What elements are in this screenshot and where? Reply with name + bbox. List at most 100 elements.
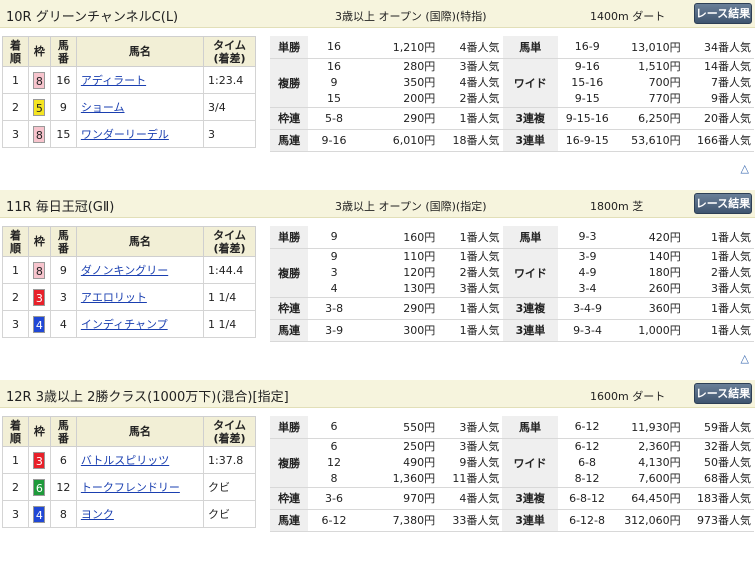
- horse-name-cell: ダノンキングリー: [75, 256, 205, 284]
- wide-payout-line: 260円: [648, 281, 681, 295]
- time-cell: クビ: [203, 473, 256, 501]
- name-header: 馬名: [75, 36, 205, 67]
- rank-header-label: 着順: [9, 38, 21, 65]
- rank-header-label: 着順: [9, 418, 21, 445]
- horse-name-link[interactable]: ショーム: [77, 101, 125, 114]
- page-top-icon[interactable]: △: [741, 162, 749, 175]
- sanrentan-number: 9-3-4: [558, 319, 617, 342]
- payout-row-tansho: 単勝 16 1,210円 4番人気 馬単 16-9 13,010円 34番人気: [270, 36, 754, 59]
- umaban-header: 馬番: [49, 36, 77, 67]
- time-cell: 1:44.4: [203, 256, 256, 284]
- umaren-payout: 300円: [360, 319, 439, 342]
- waku-cell: 5: [27, 93, 51, 121]
- time-header: タイム(着差): [203, 416, 256, 447]
- race-result-button[interactable]: レース結果: [694, 383, 752, 404]
- sanrentan-label: 3連単: [502, 319, 559, 342]
- fukusho-number-line: 4: [330, 281, 338, 295]
- rank-header: 着順: [2, 416, 29, 447]
- horse-name-link[interactable]: トークフレンドリー: [77, 481, 180, 494]
- result-row: 2 6 12 トークフレンドリー クビ: [2, 473, 256, 501]
- horse-name-link[interactable]: インディチャンプ: [77, 318, 168, 331]
- wakuren-number: 3-8: [308, 297, 361, 320]
- umaren-popularity: 33番人気: [438, 509, 503, 532]
- time-cell: 1 1/4: [203, 283, 256, 311]
- fukusho-number-line: 6: [330, 439, 338, 453]
- horse-name-link[interactable]: バトルスピリッツ: [77, 454, 169, 467]
- horse-name-link[interactable]: アエロリット: [77, 291, 147, 304]
- wide-popularity: 1番人気 2番人気 3番人気: [683, 248, 754, 298]
- name-header: 馬名: [75, 226, 205, 257]
- sanrenpuku-payout: 6,250円: [616, 107, 684, 130]
- sanrenpuku-payout: 64,450円: [616, 487, 684, 510]
- waku-cell: 3: [27, 446, 51, 474]
- rank-cell: 3: [2, 120, 29, 148]
- umatan-payout: 11,930円: [616, 416, 684, 439]
- horse-name-link[interactable]: ダノンキングリー: [77, 264, 168, 277]
- umaren-label: 馬連: [270, 319, 309, 342]
- payout-row-wakuren: 枠連 3-6 970円 4番人気 3連複 6-8-12 64,450円 183番人気: [270, 487, 754, 510]
- horse-name-link[interactable]: ワンダーリーデル: [77, 128, 169, 141]
- payout-row-fukusho: 複勝 6 12 8 250円 490円 1,360円 3番人気 9番人気 11番人気 ワイド 6-12…: [270, 438, 754, 488]
- fukusho-number-line: 16: [327, 59, 342, 73]
- wide-number-line: 3-9: [578, 249, 597, 263]
- tansho-number: 9: [308, 226, 361, 249]
- fukusho-popularity-line: 11番人気: [452, 471, 500, 485]
- fukusho-payout-line: 350円: [403, 75, 436, 89]
- umatan-payout: 13,010円: [616, 36, 684, 59]
- horse-name-link[interactable]: ヨンク: [77, 508, 114, 521]
- payout-table: 単勝 6 550円 3番人気 馬単 6-12 11,930円 59番人気 複勝 6 12 8 250円 4…: [270, 416, 754, 532]
- fukusho-label: 複勝: [270, 248, 309, 298]
- wide-number-line: 9-16: [574, 59, 600, 73]
- time-cell: 1 1/4: [203, 310, 256, 338]
- umaren-popularity: 1番人気: [438, 319, 503, 342]
- sanrenpuku-number: 3-4-9: [558, 297, 617, 320]
- wide-payout-line: 2,360円: [638, 439, 681, 453]
- time-cell: 1:37.8: [203, 446, 256, 474]
- tansho-payout: 1,210円: [359, 36, 439, 59]
- tansho-label: 単勝: [270, 36, 309, 59]
- fukusho-payout-line: 1,360円: [392, 471, 436, 485]
- race-result-button[interactable]: レース結果: [694, 193, 752, 214]
- payout-row-fukusho: 複勝 9 3 4 110円 120円 130円 1番人気 2番人気 3番人気 ワイド 3-9 4-9 3-…: [270, 248, 754, 298]
- umaban-cell: 9: [49, 93, 77, 121]
- fukusho-payout: 110円 120円 130円: [360, 248, 439, 298]
- page-top-icon[interactable]: △: [741, 352, 749, 365]
- fukusho-number: 16 9 15: [308, 58, 360, 108]
- race-section: 10R グリーンチャンネルC(L) 3歳以上 オープン (国際)(特指) 1400m…: [0, 0, 755, 185]
- wide-number-line: 6-12: [574, 439, 600, 453]
- wide-popularity-line: 1番人気: [711, 249, 751, 263]
- wide-payout: 140円 180円 260円: [616, 248, 684, 298]
- waku-header-label: 枠: [33, 45, 45, 58]
- race-result-button[interactable]: レース結果: [694, 3, 752, 24]
- payout-table: 単勝 9 160円 1番人気 馬単 9-3 420円 1番人気 複勝 9 3 4 110円 120円 130…: [270, 226, 754, 342]
- result-row: 2 5 9 ショーム 3/4: [2, 93, 256, 121]
- fukusho-payout-line: 200円: [403, 91, 436, 105]
- rank-cell: 2: [2, 473, 29, 501]
- waku-cell: 8: [27, 66, 51, 94]
- fukusho-number-line: 8: [330, 471, 338, 485]
- umaren-number: 3-9: [308, 319, 361, 342]
- fukusho-number: 6 12 8: [308, 438, 360, 488]
- sanrenpuku-label: 3連複: [502, 107, 558, 130]
- fukusho-popularity: 1番人気 2番人気 3番人気: [438, 248, 503, 298]
- wide-payout: 1,510円 700円 770円: [616, 58, 684, 108]
- umaren-label: 馬連: [270, 509, 309, 532]
- payout-row-umaren: 馬連 6-12 7,380円 33番人気 3連単 6-12-8 312,060円 973番人気: [270, 509, 754, 532]
- wakuren-popularity: 1番人気: [438, 297, 503, 320]
- sanrenpuku-popularity: 1番人気: [683, 297, 754, 320]
- wakuren-label: 枠連: [270, 297, 309, 320]
- wakuren-label: 枠連: [270, 107, 309, 130]
- race-title: 11R 毎日王冠(GⅡ): [6, 200, 115, 215]
- tansho-label: 単勝: [270, 226, 309, 249]
- time-header: タイム(着差): [203, 226, 256, 257]
- horse-name-cell: アエロリット: [75, 283, 205, 311]
- waku-header-label: 枠: [33, 425, 45, 438]
- fukusho-payout-line: 250円: [403, 439, 436, 453]
- fukusho-number-line: 9: [330, 75, 338, 89]
- race-title: 10R グリーンチャンネルC(L): [6, 10, 179, 25]
- horse-name-link[interactable]: アディラート: [77, 74, 146, 87]
- waku-badge: 6: [33, 478, 46, 496]
- fukusho-popularity-line: 4番人気: [459, 75, 500, 89]
- payout-table: 単勝 16 1,210円 4番人気 馬単 16-9 13,010円 34番人気 複勝 16 9 15 2…: [270, 36, 754, 152]
- waku-badge: 8: [33, 261, 46, 279]
